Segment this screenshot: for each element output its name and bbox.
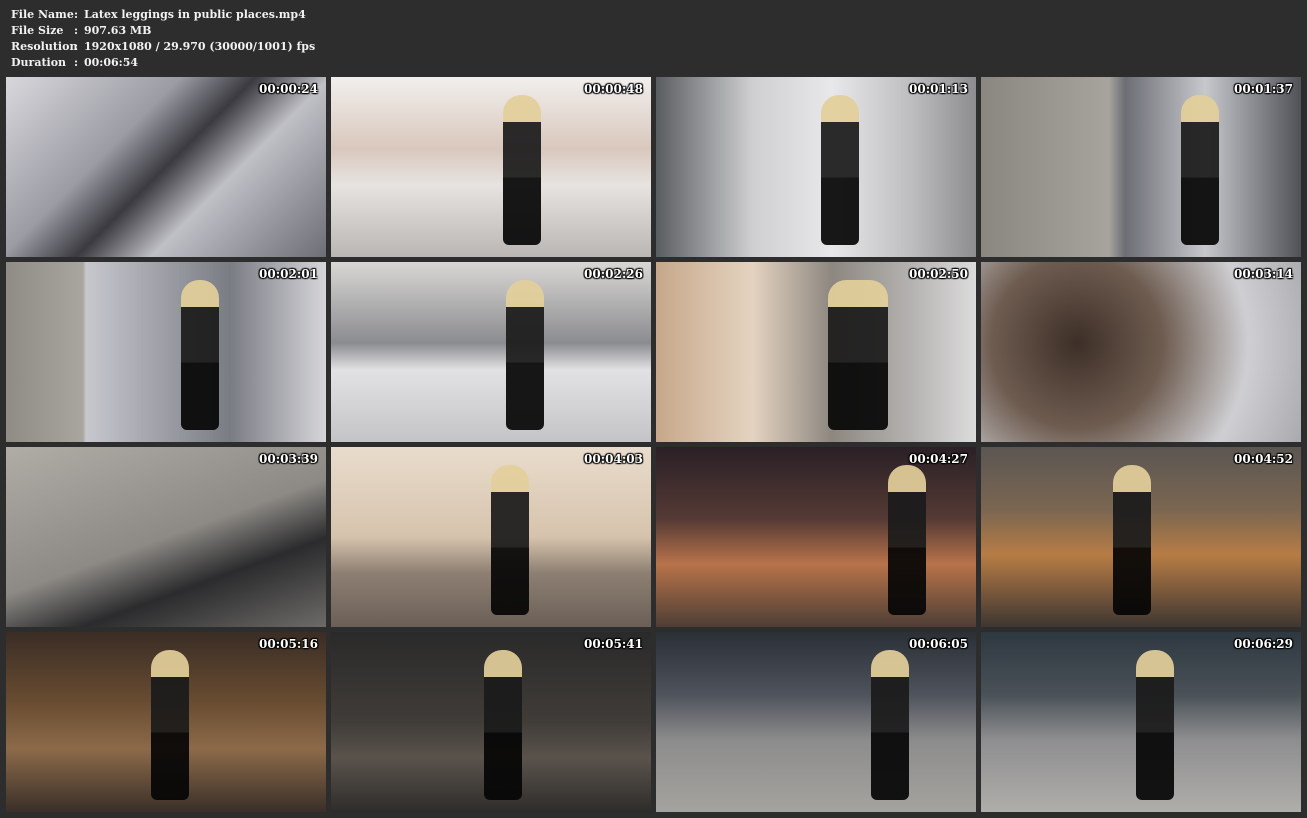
- thumbnail-grid: 00:00:24 00:00:48 00:01:13 00:01:37 00:0…: [6, 77, 1301, 812]
- person-figure: [484, 650, 522, 800]
- person-figure: [828, 280, 888, 430]
- person-figure: [1181, 95, 1219, 245]
- video-thumbnail[interactable]: 00:01:13: [656, 77, 976, 257]
- person-figure: [503, 95, 541, 245]
- info-value: 907.63 MB: [84, 24, 152, 37]
- video-thumbnail[interactable]: 00:02:01: [6, 262, 326, 442]
- video-thumbnail[interactable]: 00:06:29: [981, 632, 1301, 812]
- timestamp-label: 00:05:41: [584, 637, 643, 651]
- timestamp-label: 00:04:27: [909, 452, 968, 466]
- person-figure: [821, 95, 859, 245]
- timestamp-label: 00:01:13: [909, 82, 968, 96]
- file-info-panel: File Name : Latex leggings in public pla…: [11, 7, 315, 71]
- video-thumbnail[interactable]: 00:02:50: [656, 262, 976, 442]
- person-figure: [181, 280, 219, 430]
- video-thumbnail[interactable]: 00:04:03: [331, 447, 651, 627]
- info-key: File Size: [11, 24, 64, 37]
- timestamp-label: 00:04:52: [1234, 452, 1293, 466]
- video-thumbnail[interactable]: 00:06:05: [656, 632, 976, 812]
- timestamp-label: 00:03:39: [259, 452, 318, 466]
- video-thumbnail[interactable]: 00:03:39: [6, 447, 326, 627]
- thumbnail-image: [656, 262, 976, 442]
- person-figure: [506, 280, 544, 430]
- info-key: Duration: [11, 56, 67, 69]
- info-value: Latex leggings in public places.mp4: [84, 8, 306, 21]
- info-separator: :: [74, 40, 79, 53]
- video-thumbnail[interactable]: 00:05:41: [331, 632, 651, 812]
- person-figure: [1136, 650, 1174, 800]
- video-thumbnail[interactable]: 00:01:37: [981, 77, 1301, 257]
- video-thumbnail[interactable]: 00:04:27: [656, 447, 976, 627]
- thumbnail-image: [656, 77, 976, 257]
- info-separator: :: [74, 8, 79, 21]
- info-key: Resolution: [11, 40, 78, 53]
- person-figure: [491, 465, 529, 615]
- video-thumbnail[interactable]: 00:02:26: [331, 262, 651, 442]
- thumbnail-image: [981, 77, 1301, 257]
- person-figure: [1113, 465, 1151, 615]
- info-separator: :: [74, 24, 79, 37]
- timestamp-label: 00:06:29: [1234, 637, 1293, 651]
- thumbnail-image: [6, 262, 326, 442]
- video-thumbnail[interactable]: 00:04:52: [981, 447, 1301, 627]
- person-figure: [888, 465, 926, 615]
- person-figure: [871, 650, 909, 800]
- info-row-duration: Duration : 00:06:54: [11, 55, 315, 71]
- timestamp-label: 00:00:48: [584, 82, 643, 96]
- timestamp-label: 00:01:37: [1234, 82, 1293, 96]
- info-row-file-name: File Name : Latex leggings in public pla…: [11, 7, 315, 23]
- info-row-file-size: File Size : 907.63 MB: [11, 23, 315, 39]
- thumbnail-image: [981, 262, 1301, 442]
- thumbnail-image: [656, 447, 976, 627]
- video-thumbnail[interactable]: 00:00:24: [6, 77, 326, 257]
- video-thumbnail[interactable]: 00:00:48: [331, 77, 651, 257]
- timestamp-label: 00:02:50: [909, 267, 968, 281]
- timestamp-label: 00:04:03: [584, 452, 643, 466]
- info-value: 1920x1080 / 29.970 (30000/1001) fps: [84, 40, 316, 53]
- video-thumbnail[interactable]: 00:03:14: [981, 262, 1301, 442]
- timestamp-label: 00:02:26: [584, 267, 643, 281]
- thumbnail-image: [656, 632, 976, 812]
- thumbnail-image: [6, 77, 326, 257]
- info-key: File Name: [11, 8, 74, 21]
- video-thumbnail[interactable]: 00:05:16: [6, 632, 326, 812]
- person-figure: [151, 650, 189, 800]
- thumbnail-image: [331, 77, 651, 257]
- thumbnail-image: [331, 262, 651, 442]
- timestamp-label: 00:06:05: [909, 637, 968, 651]
- timestamp-label: 00:05:16: [259, 637, 318, 651]
- timestamp-label: 00:00:24: [259, 82, 318, 96]
- timestamp-label: 00:03:14: [1234, 267, 1293, 281]
- info-separator: :: [74, 56, 79, 69]
- timestamp-label: 00:02:01: [259, 267, 318, 281]
- info-value: 00:06:54: [84, 56, 139, 69]
- info-row-resolution: Resolution : 1920x1080 / 29.970 (30000/1…: [11, 39, 315, 55]
- thumbnail-image: [6, 447, 326, 627]
